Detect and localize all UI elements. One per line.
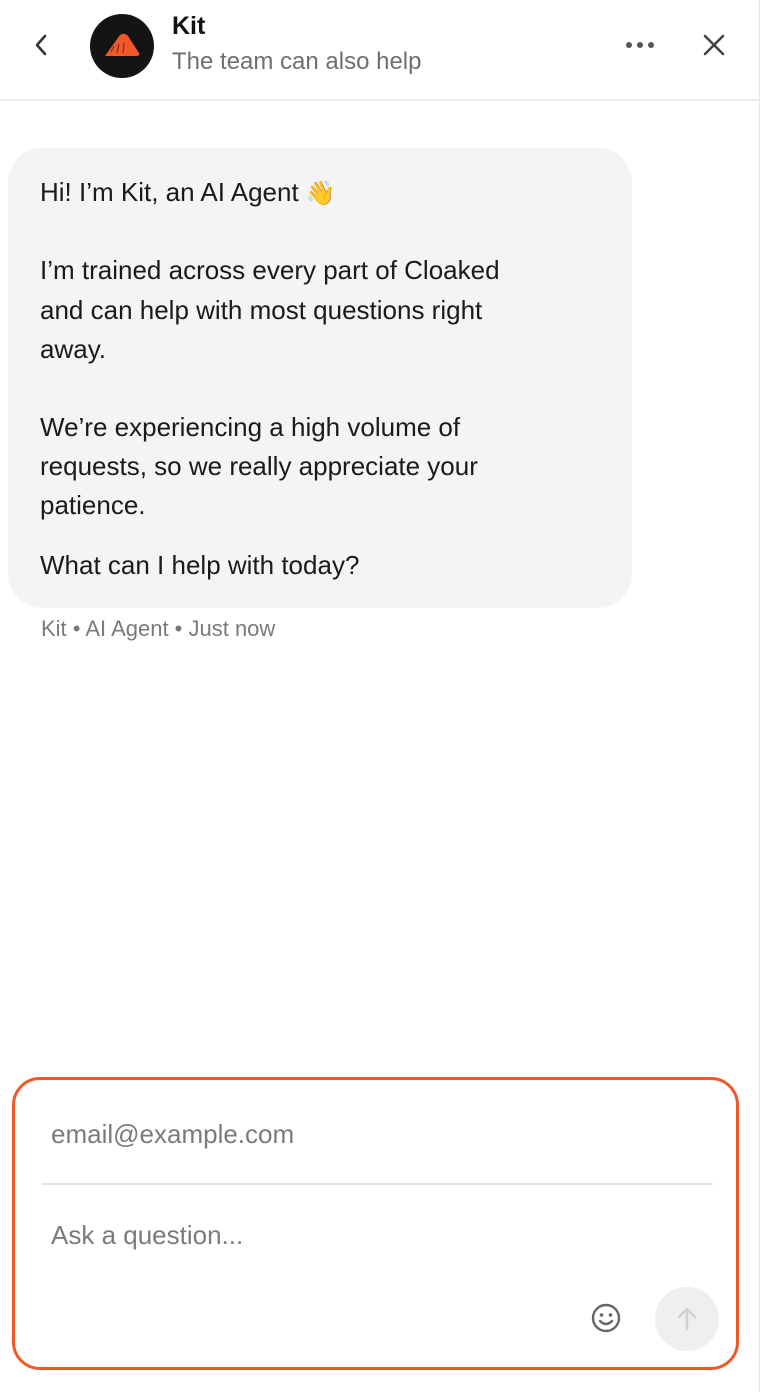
more-options-button[interactable] (620, 28, 660, 62)
message-line: patience. (40, 490, 146, 520)
message-line: Hi! I’m Kit, an AI Agent 👋 (40, 177, 336, 209)
arrow-up-icon (677, 1307, 697, 1331)
message-line: and can help with most questions right (40, 295, 483, 325)
message-composer (12, 1077, 739, 1370)
question-input[interactable] (51, 1210, 711, 1260)
chevron-left-icon (35, 34, 47, 56)
chat-header: Kit The team can also help (0, 0, 760, 101)
message-line: I’m trained across every part of Cloaked (40, 255, 500, 285)
message-text: Hi! I’m Kit, an AI Agent (40, 177, 299, 207)
more-horizontal-icon (626, 42, 654, 48)
chat-window: Kit The team can also help Hi! I’m Kit, … (0, 0, 760, 1392)
email-field[interactable] (51, 1110, 711, 1158)
avatar (90, 14, 154, 78)
message-line: We’re experiencing a high volume of (40, 412, 461, 442)
message-line: requests, so we really appreciate your (40, 451, 478, 481)
waving-hand-emoji: 👋 (305, 180, 336, 207)
message-meta: Kit • AI Agent • Just now (41, 616, 276, 641)
emoji-button[interactable] (589, 1301, 623, 1335)
message-line: What can I help with today? (40, 550, 360, 580)
header-subtitle: The team can also help (172, 48, 422, 75)
composer-divider (42, 1183, 713, 1185)
close-button[interactable] (696, 27, 732, 63)
close-icon (703, 34, 725, 56)
back-button[interactable] (26, 30, 56, 60)
message-line: away. (40, 334, 106, 364)
smiley-icon (591, 1303, 621, 1333)
cloaked-logo-icon (105, 33, 140, 56)
agent-name: Kit (172, 12, 206, 40)
send-button[interactable] (655, 1287, 719, 1351)
agent-message-bubble: Hi! I’m Kit, an AI Agent 👋 I’m trained a… (8, 148, 632, 608)
